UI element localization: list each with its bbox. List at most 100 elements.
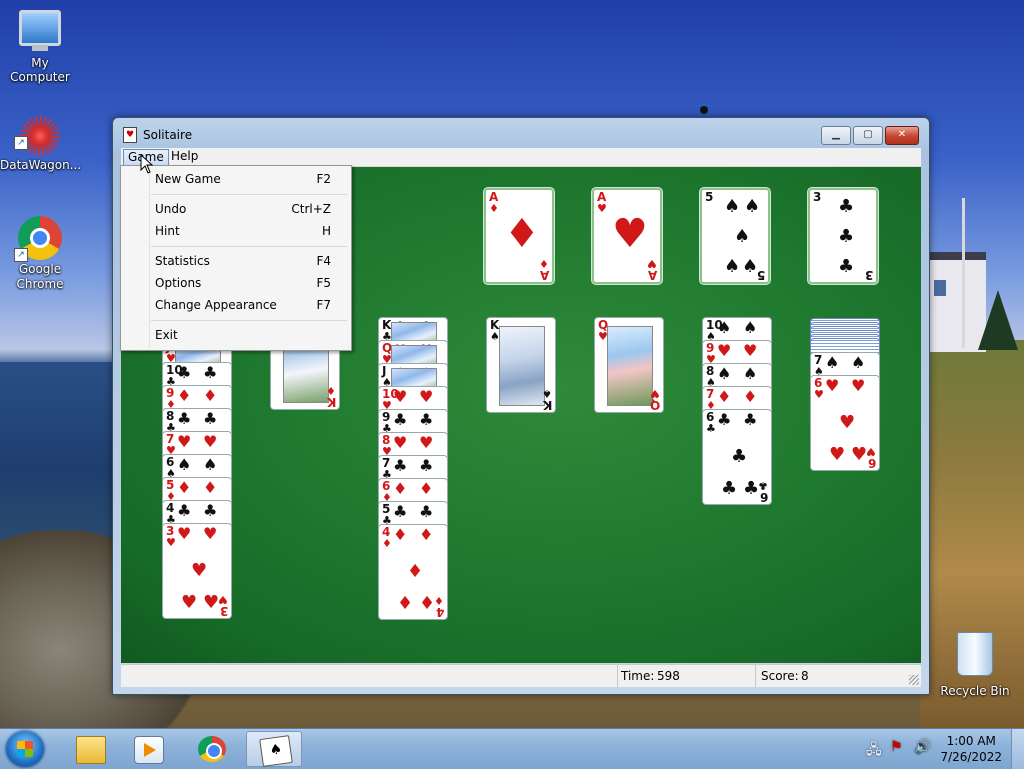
maximize-button[interactable]: ▢: [853, 126, 883, 145]
status-separator: [755, 665, 756, 687]
heart-icon: ♥: [419, 433, 434, 452]
clock-time: 1:00 AM: [946, 734, 996, 748]
card-face-art: [607, 326, 653, 406]
tableau-card[interactable]: 6 ♥ ♥ ♥ ♥ ♥ ♥ 6 ♥: [810, 375, 880, 471]
club-icon: ♣: [203, 409, 218, 428]
menu-item-label: Exit: [155, 328, 178, 342]
card-rank: A: [539, 268, 549, 282]
menu-item-label: Hint: [155, 224, 180, 238]
solitaire-app-icon[interactable]: ♥: [123, 127, 137, 143]
spade-icon: ♠: [724, 196, 741, 217]
tableau-card[interactable]: K ♠ K ♠: [486, 317, 556, 413]
club-icon: ♣: [706, 422, 716, 435]
tableau-card[interactable]: 4 ♦ ♦ ♦ ♦ ♦ ♦ 4 ♦: [378, 524, 448, 620]
heart-icon: ♥: [743, 341, 758, 360]
time-label: Time:: [621, 669, 655, 683]
system-clock[interactable]: 1:00 AM 7/26/2022: [940, 733, 1002, 765]
card-face-art: [499, 326, 545, 406]
spade-icon: ♠: [542, 387, 552, 400]
foundation-2[interactable]: A ♥ ♥ A ♥: [592, 188, 662, 284]
diamond-icon: ♦: [407, 561, 424, 582]
diamond-icon: ♦: [539, 257, 549, 270]
menu-item-label: Change Appearance: [155, 298, 277, 312]
card-rank: 6: [867, 456, 876, 470]
desktop-icon-recycle-bin[interactable]: Recycle Bin: [935, 632, 1015, 698]
foundation-4[interactable]: 3 ♣ ♣ ♣ 3: [808, 188, 878, 284]
taskbar: ♠ 🖧 ⚑ 🔊 1:00 AM 7/26/2022: [0, 728, 1024, 769]
menu-item-label: Undo: [155, 202, 187, 216]
menu-item-hint[interactable]: Hint H: [123, 221, 349, 241]
network-icon[interactable]: 🖧: [866, 739, 882, 763]
heart-icon: ♥: [647, 257, 657, 270]
diamond-icon: ♦: [397, 593, 414, 614]
club-icon: ♣: [419, 502, 434, 521]
menu-item-exit[interactable]: Exit: [123, 325, 349, 345]
heart-icon: ♥: [203, 524, 218, 543]
show-desktop-button[interactable]: [1011, 729, 1024, 769]
desktop-icon-my-computer[interactable]: My Computer: [0, 10, 80, 84]
spade-icon: ♠: [177, 455, 192, 474]
tableau-card[interactable]: 3 ♥ ♥ ♥ ♥ ♥ ♥ 3 ♥: [162, 523, 232, 619]
foundation-1[interactable]: A ♦ ♦ A ♦: [484, 188, 554, 284]
menu-item-change-appearance[interactable]: Change Appearance F7: [123, 295, 349, 315]
club-icon: ♣: [393, 456, 408, 475]
card-rank: Q: [649, 398, 660, 412]
desktop-icon-google-chrome[interactable]: ↗ Google Chrome: [0, 216, 80, 292]
volume-icon[interactable]: 🔊: [914, 739, 931, 755]
menu-item-options[interactable]: Options F5: [123, 273, 349, 293]
tableau-card[interactable]: Q ♥ Q ♥: [594, 317, 664, 413]
card-rank: 3: [813, 190, 822, 204]
menu-item-shortcut: F4: [316, 254, 331, 268]
card-rank: 5: [705, 190, 714, 204]
heart-icon: ♥: [393, 433, 408, 452]
heart-icon: ♥: [203, 432, 218, 451]
menu-separator: [151, 194, 347, 195]
action-center-flag-icon[interactable]: ⚑: [890, 739, 903, 755]
menu-help[interactable]: Help: [167, 149, 202, 164]
spade-icon: ♠: [743, 318, 758, 337]
card-rank: A: [647, 268, 657, 282]
minimize-button[interactable]: ▁: [821, 126, 851, 145]
heart-icon: ♥: [597, 202, 607, 215]
game-menu-dropdown: New Game F2 Undo Ctrl+Z Hint H Statistic…: [120, 165, 352, 351]
computer-icon: [19, 10, 61, 51]
taskbar-solitaire-button[interactable]: ♠: [246, 731, 302, 767]
club-icon: ♣: [838, 196, 855, 217]
menu-item-label: New Game: [155, 172, 221, 186]
taskbar-media-player-button[interactable]: [120, 731, 176, 767]
wallpaper-flagpole: [962, 198, 965, 348]
club-icon: ♣: [177, 501, 192, 520]
diamond-icon: ♦: [434, 594, 444, 607]
chrome-icon: [198, 736, 226, 762]
taskbar-explorer-button[interactable]: [62, 731, 118, 767]
club-icon: ♣: [393, 502, 408, 521]
close-button[interactable]: ✕: [885, 126, 919, 145]
title-bar[interactable]: ♥ Solitaire ▁ ▢ ✕: [113, 118, 929, 148]
menu-item-statistics[interactable]: Statistics F4: [123, 251, 349, 271]
spade-icon: ♠: [851, 353, 866, 372]
club-icon: ♣: [758, 479, 768, 492]
desktop-icon-label: Recycle Bin: [940, 684, 1010, 698]
menu-item-undo[interactable]: Undo Ctrl+Z: [123, 199, 349, 219]
diamond-icon: ♦: [326, 384, 336, 397]
taskbar-chrome-button[interactable]: [184, 731, 240, 767]
heart-icon: ♥: [829, 444, 846, 465]
club-icon: ♣: [743, 410, 758, 429]
desktop-icon-datawagon[interactable]: ↗ DataWagon...: [0, 116, 81, 172]
heart-icon: ♥: [181, 592, 198, 613]
tableau-card[interactable]: 6 ♣ ♣ ♣ ♣ ♣ ♣ 6 ♣: [702, 409, 772, 505]
diamond-icon: ♦: [203, 478, 218, 497]
foundation-3[interactable]: 5 ♠ ♠ ♠ ♠ ♠ 5: [700, 188, 770, 284]
heart-icon: ♥: [166, 536, 176, 549]
club-icon: ♣: [419, 410, 434, 429]
start-button[interactable]: [6, 731, 44, 767]
menu-item-new-game[interactable]: New Game F2: [123, 169, 349, 189]
status-bar: Time: 598 Score: 8: [121, 664, 921, 687]
heart-icon: ♥: [177, 432, 192, 451]
menu-item-shortcut: F5: [316, 276, 331, 290]
spade-icon: ♠: [742, 256, 759, 277]
spade-icon: ♠: [825, 353, 840, 372]
heart-icon: ♥: [191, 560, 208, 581]
menu-separator: [151, 246, 347, 247]
resize-grip-icon[interactable]: [909, 675, 919, 685]
